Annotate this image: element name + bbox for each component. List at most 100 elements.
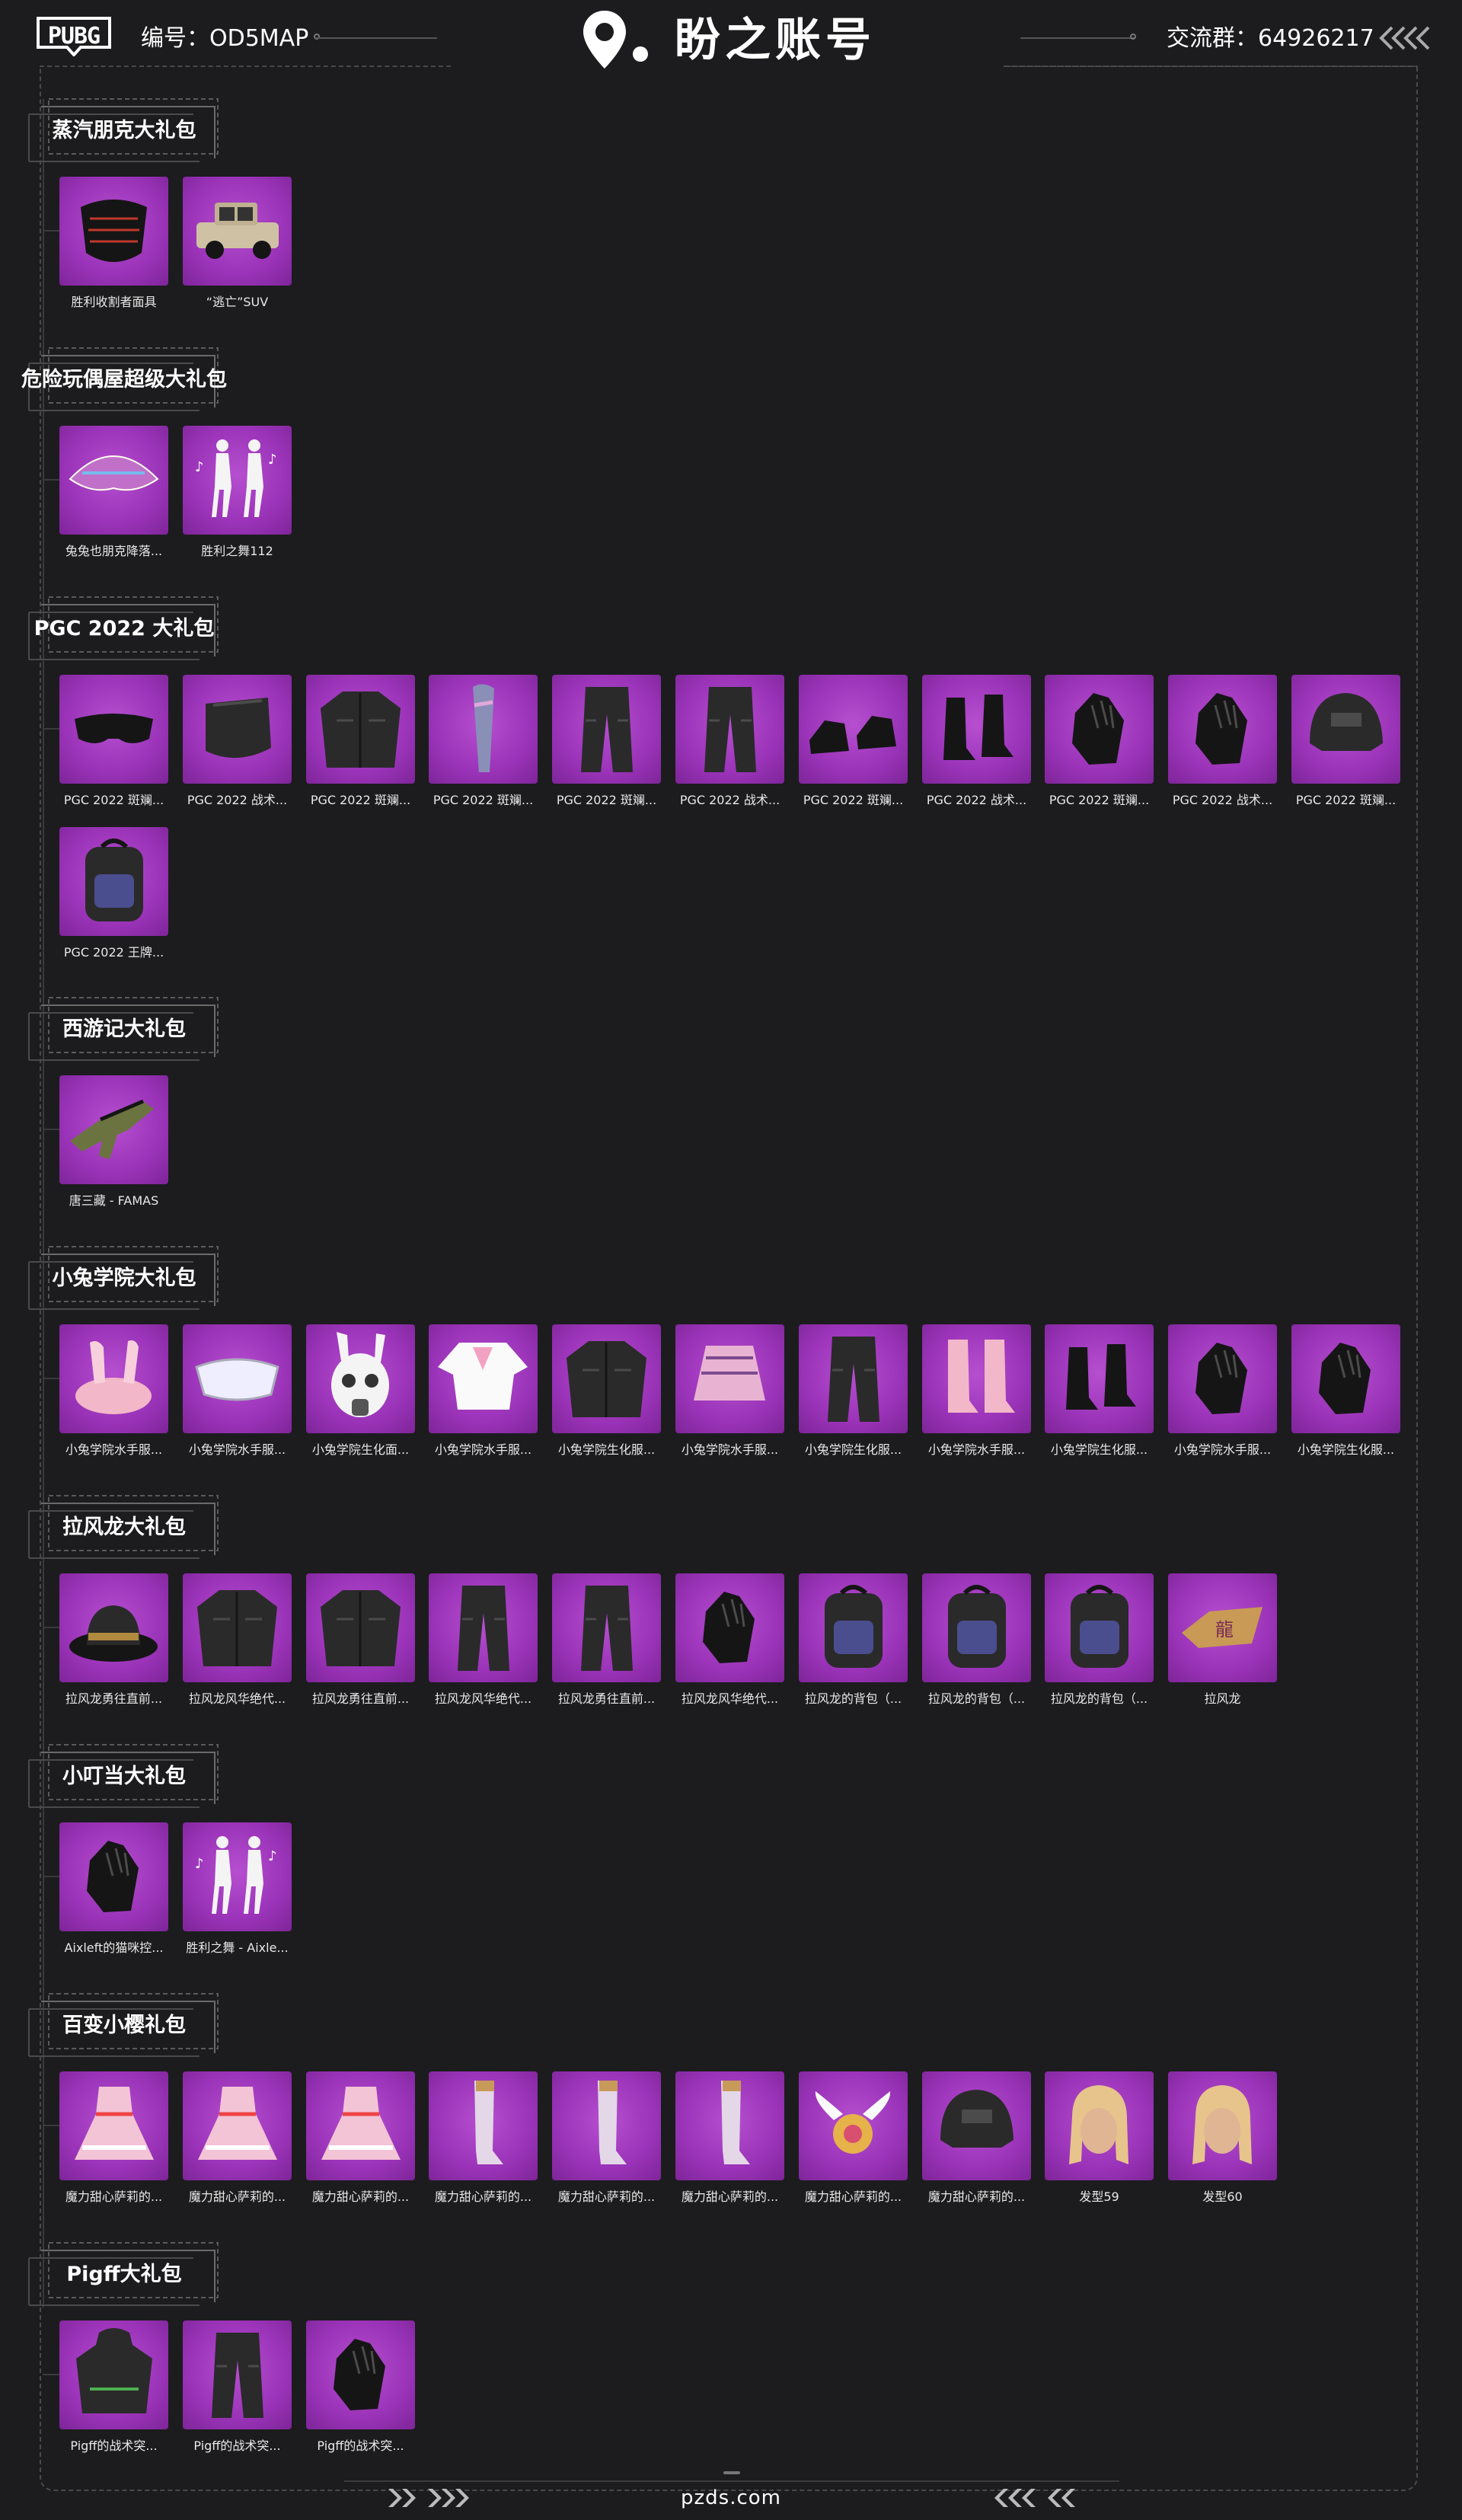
item-card[interactable]: ♪ ♪ 胜利之舞112	[183, 426, 292, 563]
item-card[interactable]: PGC 2022 战术...	[183, 675, 292, 812]
item-card[interactable]: 拉风龙的背包（...	[922, 1573, 1031, 1710]
bundle-title-box: 西游记大礼包	[26, 990, 222, 1069]
gloves-icon	[59, 1822, 168, 1931]
item-card[interactable]: 小兔学院生化服...	[552, 1324, 661, 1461]
footer-site[interactable]: pzds.com	[655, 2484, 807, 2512]
pants-icon	[675, 675, 784, 784]
item-card[interactable]: 唐三藏 - FAMAS	[59, 1075, 168, 1212]
dress-icon	[59, 2071, 168, 2180]
item-card[interactable]: PGC 2022 斑斓...	[1291, 675, 1400, 812]
item-card[interactable]: 小兔学院水手服...	[183, 1324, 292, 1461]
item-card[interactable]: 魔力甜心萨莉的...	[59, 2071, 168, 2209]
item-card[interactable]: ♪ ♪ 胜利之舞 - Aixle...	[183, 1822, 292, 1959]
shoes-icon	[799, 675, 908, 784]
item-label: PGC 2022 王牌...	[63, 945, 164, 960]
scarf-icon	[429, 675, 538, 784]
stockings-icon	[552, 2071, 661, 2180]
item-card[interactable]: 魔力甜心萨莉的...	[675, 2071, 784, 2209]
item-card[interactable]: 魔力甜心萨莉的...	[799, 2071, 908, 2209]
frame-top-right	[1004, 65, 1418, 67]
gloves-icon	[1291, 1324, 1400, 1433]
item-card[interactable]: 魔力甜心萨莉的...	[552, 2071, 661, 2209]
item-card[interactable]: 兔兔也朋克降落...	[59, 426, 168, 563]
logo-text: PUBG	[47, 23, 101, 50]
item-card[interactable]: PGC 2022 王牌...	[59, 827, 168, 964]
item-card[interactable]: 拉风龙勇往直前...	[59, 1573, 168, 1710]
item-label: 小兔学院水手服...	[434, 1442, 532, 1457]
account-serial: 编号：OD5MAP	[141, 25, 309, 52]
item-card[interactable]: Pigff的战术突...	[183, 2320, 292, 2458]
item-card[interactable]: PGC 2022 斑斓...	[799, 675, 908, 812]
bundle-title-box: 小兔学院大礼包	[26, 1239, 222, 1318]
item-card[interactable]: 拉风龙风华绝代...	[429, 1573, 538, 1710]
item-card[interactable]: 小兔学院生化服...	[799, 1324, 908, 1461]
item-card[interactable]: Aixleft的猫咪控...	[59, 1822, 168, 1959]
item-card[interactable]: PGC 2022 斑斓...	[1045, 675, 1154, 812]
item-card[interactable]: Pigff的战术突...	[59, 2320, 168, 2458]
item-label: 小兔学院水手服...	[65, 1442, 163, 1457]
item-card[interactable]: 魔力甜心萨莉的...	[306, 2071, 415, 2209]
item-label: 拉风龙的背包（...	[804, 1691, 902, 1706]
item-card[interactable]: 发型60	[1168, 2071, 1277, 2209]
item-card[interactable]: 小兔学院生化服...	[1291, 1324, 1400, 1461]
item-card[interactable]: PGC 2022 战术...	[1168, 675, 1277, 812]
item-card[interactable]: 魔力甜心萨莉的...	[922, 2071, 1031, 2209]
item-label: 魔力甜心萨莉的...	[311, 2189, 410, 2204]
helmet-icon	[1291, 675, 1400, 784]
item-card[interactable]: 拉风龙的背包（...	[799, 1573, 908, 1710]
item-card[interactable]: PGC 2022 斑斓...	[59, 675, 168, 812]
tree-branch	[43, 479, 59, 481]
item-card[interactable]: 魔力甜心萨莉的...	[183, 2071, 292, 2209]
item-card[interactable]: 小兔学院水手服...	[675, 1324, 784, 1461]
item-card[interactable]: PGC 2022 战术...	[675, 675, 784, 812]
hairstyle-icon	[1045, 2071, 1154, 2180]
item-label: PGC 2022 斑斓...	[803, 793, 904, 807]
item-card[interactable]: 拉风龙勇往直前...	[306, 1573, 415, 1710]
skirt-icon	[675, 1324, 784, 1433]
svg-text:♪: ♪	[195, 1856, 204, 1872]
item-card[interactable]: 小兔学院生化服...	[1045, 1324, 1154, 1461]
bundle-title: 百变小樱礼包	[62, 2014, 186, 2037]
item-card[interactable]: PGC 2022 斑斓...	[306, 675, 415, 812]
item-card[interactable]: 发型59	[1045, 2071, 1154, 2209]
item-card[interactable]: 小兔学院水手服...	[59, 1324, 168, 1461]
bundle-title-box: 蒸汽朋克大礼包	[26, 91, 222, 171]
item-card[interactable]: 小兔学院生化面...	[306, 1324, 415, 1461]
bundle-title-box: 危险玩偶屋超级大礼包	[21, 340, 227, 420]
item-card[interactable]: “逃亡”SUV	[183, 177, 292, 314]
item-label: 小兔学院生化服...	[557, 1442, 656, 1457]
item-card[interactable]: PGC 2022 战术...	[922, 675, 1031, 812]
item-label: 拉风龙的背包（...	[927, 1691, 1026, 1706]
item-card[interactable]: 胜利收割者面具	[59, 177, 168, 314]
goggles-icon	[59, 675, 168, 784]
item-label: PGC 2022 战术...	[679, 793, 780, 807]
item-card[interactable]: PGC 2022 斑斓...	[552, 675, 661, 812]
bunny-hat-icon	[59, 1324, 168, 1433]
item-label: 魔力甜心萨莉的...	[681, 2189, 779, 2204]
item-card[interactable]: 小兔学院水手服...	[429, 1324, 538, 1461]
tree-branch	[43, 1378, 59, 1379]
pants-icon	[799, 1324, 908, 1433]
tree-branch	[43, 2125, 59, 2126]
item-card[interactable]: PGC 2022 斑斓...	[429, 675, 538, 812]
bundle-title: 拉风龙大礼包	[62, 1516, 186, 1539]
visor-icon	[183, 1324, 292, 1433]
item-card[interactable]: 魔力甜心萨莉的...	[429, 2071, 538, 2209]
boots-icon	[922, 675, 1031, 784]
item-card[interactable]: 拉风龙风华绝代...	[183, 1573, 292, 1710]
item-label: 拉风龙勇往直前...	[65, 1691, 163, 1706]
item-card[interactable]: 小兔学院水手服...	[922, 1324, 1031, 1461]
stockings-icon	[675, 2071, 784, 2180]
svg-text:♪: ♪	[268, 1848, 277, 1864]
item-card[interactable]: 小兔学院水手服...	[1168, 1324, 1277, 1461]
bundle-title: 小叮当大礼包	[62, 1765, 186, 1788]
item-label: 拉风龙的背包（...	[1050, 1691, 1148, 1706]
tree-branch	[43, 728, 59, 730]
item-card[interactable]: 龍拉风龙	[1168, 1573, 1277, 1710]
item-card[interactable]: 拉风龙勇往直前...	[552, 1573, 661, 1710]
parachute-icon	[59, 426, 168, 535]
item-label: 小兔学院水手服...	[681, 1442, 779, 1457]
item-card[interactable]: Pigff的战术突...	[306, 2320, 415, 2458]
item-card[interactable]: 拉风龙风华绝代...	[675, 1573, 784, 1710]
item-card[interactable]: 拉风龙的背包（...	[1045, 1573, 1154, 1710]
